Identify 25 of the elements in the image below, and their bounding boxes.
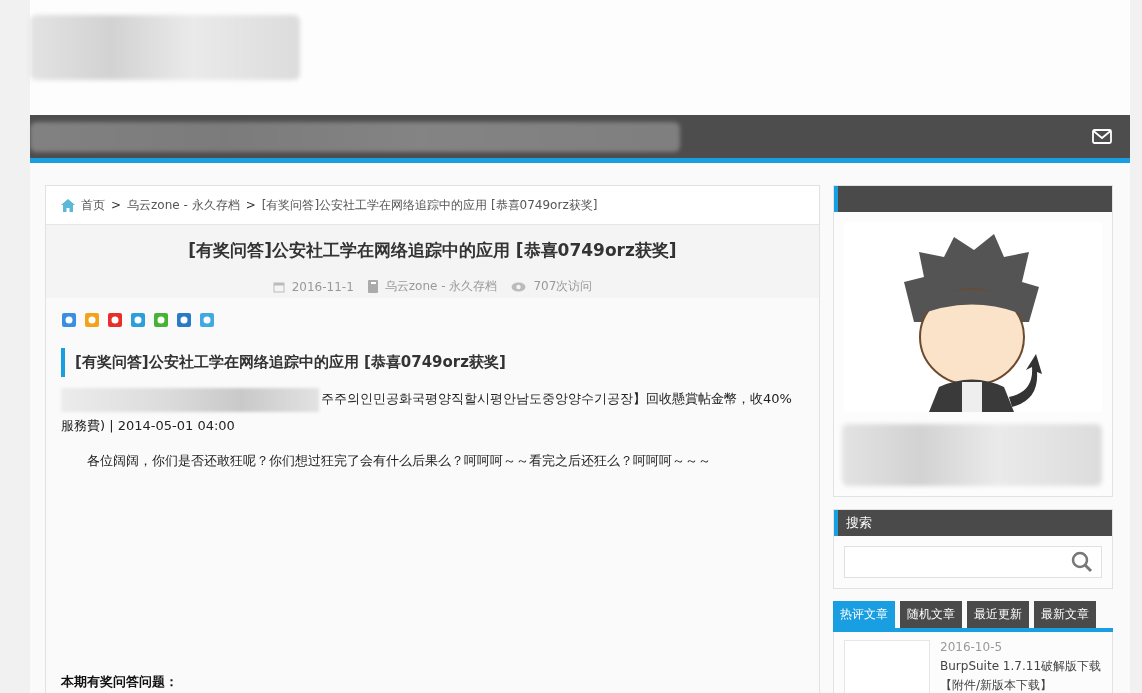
tab[interactable]: 随机文章 [900, 601, 962, 628]
widget-title: 搜索 [834, 510, 1112, 536]
paragraph: 各位阔阔，你们是否还敢狂呢？你们想过狂完了会有什么后果么？呵呵呵～～看完之后还狂么？呵呵呵～～～ [86, 452, 712, 470]
tab[interactable]: 最新文章 [1034, 601, 1096, 628]
eye-icon [511, 281, 527, 292]
post-date: 2016-11-1 [291, 279, 354, 294]
breadcrumb-separator: > [245, 198, 256, 212]
paragraph: 주주의인민공화국평양직할시평안남도중앙양수기공장】回收懸賞帖金幣，收40%服務費) | 2014-05-01 04:00 [61, 385, 804, 439]
post-link[interactable]: BurpSuite 1.7.11破解版下载【附件/新版本下载】 [940, 657, 1102, 693]
book-icon [367, 280, 378, 293]
breadcrumb-current: [有奖问答]公安社工学在网络追踪中的应用 [恭喜0749orz获奖] [261, 196, 598, 214]
tab[interactable]: 最近更新 [967, 601, 1029, 628]
question-heading: 本期有奖问答问题： [61, 673, 179, 691]
article-heading: [有奖问答]公安社工学在网络追踪中的应用 [恭喜0749orz获奖] [61, 348, 804, 377]
breadcrumb-separator: > [111, 198, 122, 212]
calendar-icon [272, 280, 285, 293]
search-icon[interactable] [1071, 551, 1093, 573]
search-field[interactable] [844, 546, 1102, 578]
breadcrumb-link[interactable]: 乌云zone - 永久存档 [127, 196, 240, 214]
mail-icon[interactable] [1092, 129, 1112, 144]
article-title: [有奖问答]公安社工学在网络追踪中的应用 [恭喜0749orz获奖] [188, 239, 677, 262]
view-count: 707次访问 [533, 278, 593, 295]
home-icon [61, 198, 75, 212]
breadcrumb-link[interactable]: 首页 [81, 196, 105, 214]
post-date: 2016-10-5 [940, 640, 1004, 654]
